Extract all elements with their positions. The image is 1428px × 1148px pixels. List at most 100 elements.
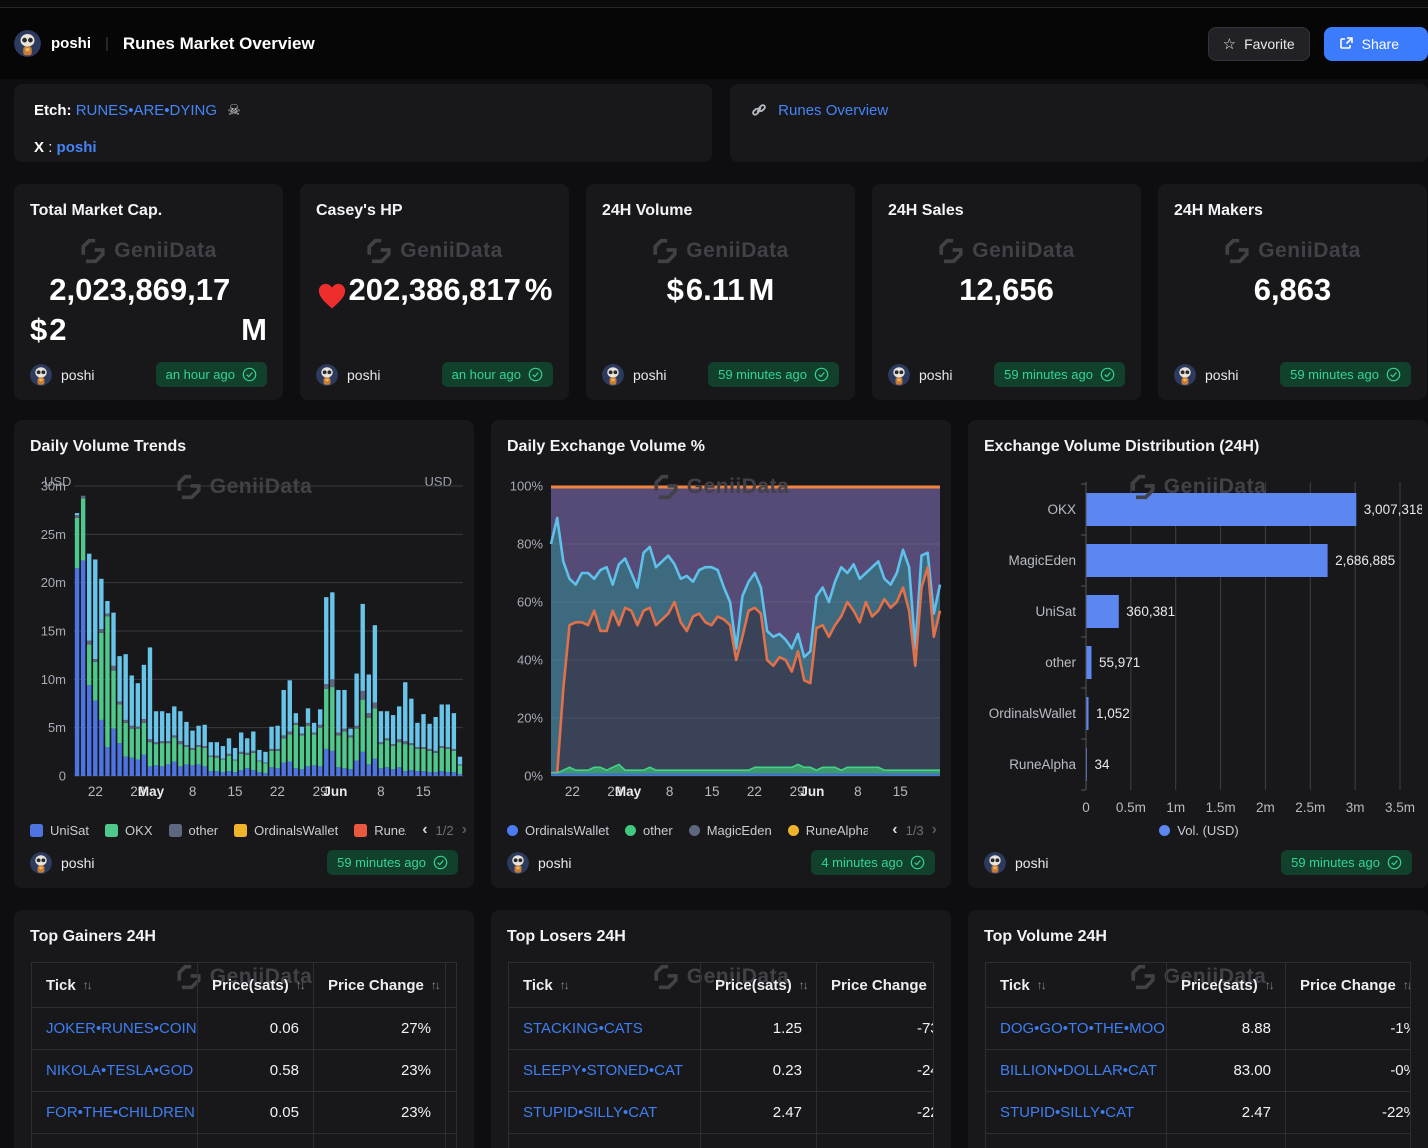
card-footer: poshian hour ago <box>30 362 267 387</box>
table-row: STUPID•SILLY•CAT2.47-22% <box>986 1092 1410 1134</box>
stat-title: Casey's HP <box>300 184 569 220</box>
column-header-label: Tick <box>523 977 553 994</box>
table-row: BILLION•DOLLAR•CAT83.00-0% <box>986 1050 1410 1092</box>
legend-item-runealpha[interactable]: RuneAlpha <box>354 823 406 838</box>
column-header-volume[interactable]: Volume <box>446 963 457 1007</box>
legend-item-okx[interactable]: OKX <box>105 823 152 838</box>
favorite-button[interactable]: ☆ Favorite <box>1208 27 1310 61</box>
geniidata-watermark: GeniiData <box>1158 238 1427 264</box>
tick-link[interactable]: FOR•THE•CHILDREN <box>32 1092 198 1133</box>
tick-link[interactable]: NIKOLA•TESLA•GOD <box>32 1050 198 1091</box>
header-username[interactable]: poshi <box>51 35 91 52</box>
sort-icon[interactable]: ↑↓ <box>1265 978 1273 992</box>
column-header-tick[interactable]: Tick↑↓ <box>32 963 198 1007</box>
daily-volume-trends-card: Daily Volume Trends USD USD 30m25m20m15m… <box>14 420 474 888</box>
share-button[interactable]: Share <box>1324 27 1428 61</box>
column-header-pricesats[interactable]: Price(sats)↑↓ <box>198 963 314 1007</box>
svg-text:30m: 30m <box>41 479 66 494</box>
svg-text:OKX: OKX <box>1047 502 1076 517</box>
svg-text:8: 8 <box>189 784 197 799</box>
author-avatar <box>1174 364 1196 386</box>
legend-item-other[interactable]: other <box>169 823 219 838</box>
stat-value: 6,863 <box>1174 270 1411 310</box>
author-avatar <box>30 852 52 874</box>
tick-link[interactable]: STUPID•SILLY•CAT <box>986 1092 1167 1133</box>
updated-badge: an hour ago <box>442 362 553 387</box>
table-card-3: Top Volume 24HGeniiDataTick↑↓Price(sats)… <box>968 910 1428 1148</box>
author: poshi <box>507 852 571 874</box>
tick-link[interactable]: CATS•IN•THE•SATS <box>509 1134 701 1148</box>
column-header-tick[interactable]: Tick ↑↓ <box>509 963 701 1007</box>
stat-prefix: $ <box>30 310 47 350</box>
legend-swatch-icon <box>30 824 43 837</box>
legend-item-volusd[interactable]: Vol. (USD) <box>1159 823 1238 838</box>
legend-next-arrow[interactable]: › <box>932 822 937 838</box>
legend-label: OrdinalsWallet <box>254 823 338 838</box>
svg-text:8: 8 <box>854 784 862 799</box>
exchange-volume-distribution-card: Exchange Volume Distribution (24H) 00.5m… <box>968 420 1428 888</box>
cell-value: -22% <box>817 1092 934 1133</box>
legend-next-arrow[interactable]: › <box>462 822 467 838</box>
author-name: poshi <box>347 367 380 383</box>
svg-text:MagicEden: MagicEden <box>1008 553 1076 568</box>
stat-number: 6.11 <box>686 270 745 310</box>
column-header-label: Price Change <box>831 977 927 994</box>
stat-title: Total Market Cap. <box>14 184 283 220</box>
sort-icon[interactable]: ↑↓ <box>1037 978 1045 992</box>
legend-prev-arrow[interactable]: ‹ <box>892 822 897 838</box>
stat-value: 202,386,817% <box>316 270 553 310</box>
sort-icon[interactable]: ↑↓ <box>296 978 304 992</box>
sort-icon[interactable]: ↑↓ <box>799 978 807 992</box>
legend-item-ordinalswallet[interactable]: OrdinalsWallet <box>507 823 609 838</box>
runes-overview-link[interactable]: Runes Overview <box>778 102 888 119</box>
svg-text:1m: 1m <box>1166 800 1185 815</box>
svg-text:360,381: 360,381 <box>1126 604 1175 619</box>
column-header-pricechange[interactable]: Price Change↑↓ <box>817 963 934 1007</box>
stat-unit: % <box>525 270 553 310</box>
tick-link[interactable]: BILLION•DOLLAR•CAT <box>986 1050 1167 1091</box>
column-header-pricesats[interactable]: Price(sats) ↑↓ <box>701 963 817 1007</box>
tick-link[interactable]: SLEEPY•STONED•CAT <box>509 1050 701 1091</box>
author-avatar <box>507 852 529 874</box>
legend-prev-arrow[interactable]: ‹ <box>422 822 427 838</box>
sort-icon[interactable]: ↑↓ <box>431 978 439 992</box>
svg-text:8: 8 <box>666 784 674 799</box>
svg-text:20%: 20% <box>517 711 543 726</box>
svg-text:15m: 15m <box>41 624 66 639</box>
etch-rune-link[interactable]: RUNES•ARE•DYING <box>76 102 217 119</box>
column-header-pricechange[interactable]: Price Change↑↓ <box>314 963 446 1007</box>
column-header-label: Price(sats) <box>715 977 792 994</box>
table-title: Top Gainers 24H <box>14 910 474 946</box>
column-header-pricechange[interactable]: Price Change↑↓ <box>1286 963 1411 1007</box>
user-avatar[interactable] <box>14 30 41 57</box>
stat-prefix: $ <box>667 270 684 310</box>
sort-icon[interactable]: ↑↓ <box>1403 978 1411 992</box>
tick-link[interactable]: RUNES•X•BITCOIN <box>986 1134 1167 1148</box>
sort-icon[interactable]: ↑↓ <box>83 978 91 992</box>
legend-label: RuneAlpha <box>374 823 406 838</box>
column-header-tick[interactable]: Tick↑↓ <box>986 963 1167 1007</box>
legend-item-unisat[interactable]: UniSat <box>30 823 89 838</box>
sort-icon[interactable]: ↑↓ <box>560 978 568 992</box>
legend-item-other[interactable]: other <box>625 823 673 838</box>
legend-item-runealpha[interactable]: RuneAlpha <box>788 823 868 838</box>
stat-card-5: 24H MakersGeniiData6,863poshi59 minutes … <box>1158 184 1427 400</box>
legend-item-ordinalswallet[interactable]: OrdinalsWallet <box>234 823 338 838</box>
column-header-pricesats[interactable]: Price(sats)↑↓ <box>1167 963 1286 1007</box>
author-name: poshi <box>61 855 94 871</box>
legend-page-indicator: 1/3 <box>906 823 924 838</box>
svg-text:0: 0 <box>1082 800 1090 815</box>
author-avatar <box>888 364 910 386</box>
table-row: JOKER•RUNES•COIN0.0627% <box>32 1008 456 1050</box>
tick-link[interactable]: DOG•GO•TO•THE•MOON <box>986 1008 1167 1049</box>
legend-item-magiceden[interactable]: MagicEden <box>689 823 772 838</box>
tick-link[interactable]: HOPE•YOU•GET•RICH <box>32 1134 198 1148</box>
tick-link[interactable]: STUPID•SILLY•CAT <box>509 1092 701 1133</box>
geniidata-watermark: GeniiData <box>300 238 569 264</box>
updated-text: 59 minutes ago <box>1291 855 1380 870</box>
author: poshi <box>30 364 94 386</box>
legend-pagination: ‹1/2› <box>422 822 467 838</box>
x-profile-link[interactable]: poshi <box>57 139 97 156</box>
tick-link[interactable]: STACKING•CATS <box>509 1008 701 1049</box>
tick-link[interactable]: JOKER•RUNES•COIN <box>32 1008 198 1049</box>
